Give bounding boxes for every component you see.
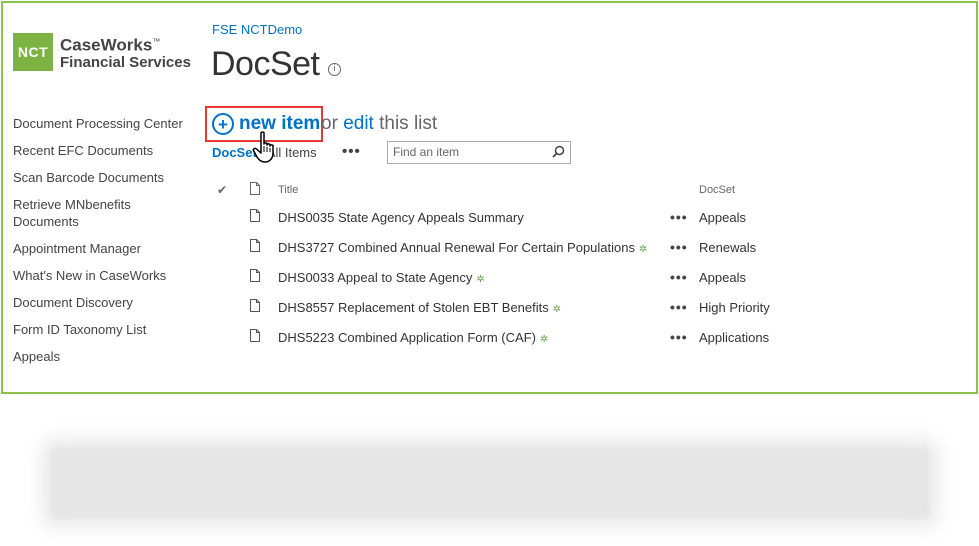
row-menu-ellipsis-icon[interactable]: ••• bbox=[670, 239, 688, 255]
document-icon bbox=[250, 209, 260, 222]
document-title-link[interactable]: DHS3727 Combined Annual Renewal For Cert… bbox=[278, 240, 647, 255]
document-title-link[interactable]: DHS8557 Replacement of Stolen EBT Benefi… bbox=[278, 300, 561, 315]
table-row[interactable]: DHS0033 Appeal to State Agency ✲ ••• Appe… bbox=[212, 262, 812, 292]
this-list-text: this list bbox=[379, 113, 438, 134]
document-list: ✔ Title DocSet DHS0035 State Agency Appe… bbox=[212, 178, 812, 352]
edit-list-command: or edit this list bbox=[321, 113, 437, 135]
document-title-link[interactable]: DHS0033 Appeal to State Agency ✲ bbox=[278, 270, 485, 285]
view-tab-docset[interactable]: DocSet bbox=[212, 145, 257, 160]
plus-circle-icon: + bbox=[212, 113, 234, 135]
or-text: or bbox=[321, 113, 338, 134]
docset-value: Applications bbox=[699, 330, 770, 345]
new-item-badge-icon: ✲ bbox=[539, 334, 549, 345]
docset-value: Renewals bbox=[699, 240, 757, 255]
search-input[interactable] bbox=[388, 142, 543, 161]
nav-item-whats-new[interactable]: What's New in CaseWorks bbox=[13, 267, 188, 284]
trademark-mark: ™ bbox=[152, 37, 161, 47]
blurred-caption bbox=[50, 447, 930, 519]
table-row[interactable]: DHS3727 Combined Annual Renewal For Cert… bbox=[212, 232, 812, 262]
search-box bbox=[387, 141, 571, 164]
site-breadcrumb-link[interactable]: FSE NCTDemo bbox=[212, 22, 302, 37]
logo-caseworks-text: CaseWorks bbox=[60, 35, 153, 55]
nct-badge: NCT bbox=[13, 33, 53, 71]
row-menu-ellipsis-icon[interactable]: ••• bbox=[670, 269, 688, 285]
nav-item-appointment-manager[interactable]: Appointment Manager bbox=[13, 240, 188, 257]
select-all-checkmark-icon[interactable]: ✔ bbox=[217, 183, 227, 197]
document-title-link[interactable]: DHS5223 Combined Application Form (CAF) ✲ bbox=[278, 330, 548, 345]
docset-value: Appeals bbox=[699, 270, 746, 285]
list-header-row: ✔ Title DocSet bbox=[212, 178, 812, 202]
column-header-title[interactable]: Title bbox=[278, 184, 298, 196]
docset-value: Appeals bbox=[699, 210, 746, 225]
document-title-link[interactable]: DHS0035 State Agency Appeals Summary bbox=[278, 210, 524, 225]
hand-pointer-cursor-icon bbox=[252, 131, 274, 163]
document-icon bbox=[250, 299, 260, 312]
docset-value: High Priority bbox=[699, 300, 770, 315]
edit-list-link[interactable]: edit bbox=[343, 113, 374, 134]
nav-item-appeals[interactable]: Appeals bbox=[13, 348, 188, 365]
nav-item-recent-efc-documents[interactable]: Recent EFC Documents bbox=[13, 142, 188, 159]
document-icon bbox=[250, 239, 260, 252]
column-header-docset[interactable]: DocSet bbox=[699, 184, 735, 196]
logo-financial-services-text: Financial Services bbox=[60, 53, 191, 71]
document-type-header-icon bbox=[250, 182, 260, 195]
table-row[interactable]: DHS8557 Replacement of Stolen EBT Benefi… bbox=[212, 292, 812, 322]
nav-item-form-id-taxonomy-list[interactable]: Form ID Taxonomy List bbox=[13, 321, 188, 338]
table-row[interactable]: DHS5223 Combined Application Form (CAF) ✲… bbox=[212, 322, 812, 352]
row-menu-ellipsis-icon[interactable]: ••• bbox=[670, 329, 688, 345]
row-menu-ellipsis-icon[interactable]: ••• bbox=[670, 209, 688, 225]
search-icon[interactable] bbox=[552, 145, 565, 158]
document-icon bbox=[250, 269, 260, 282]
table-row[interactable]: DHS0035 State Agency Appeals Summary •••… bbox=[212, 202, 812, 232]
new-item-badge-icon: ✲ bbox=[552, 304, 562, 315]
document-icon bbox=[250, 329, 260, 342]
more-views-ellipsis-icon[interactable]: ••• bbox=[342, 143, 361, 160]
nav-item-document-processing-center[interactable]: Document Processing Center bbox=[13, 115, 188, 132]
row-menu-ellipsis-icon[interactable]: ••• bbox=[670, 299, 688, 315]
new-item-badge-icon: ✲ bbox=[476, 274, 485, 285]
page-title: DocSet bbox=[211, 45, 320, 83]
nav-item-retrieve-mnbenefits-documents[interactable]: Retrieve MNbenefits Documents bbox=[13, 196, 188, 230]
quick-launch-nav: Document Processing Center Recent EFC Do… bbox=[13, 115, 188, 375]
new-item-badge-icon: ✲ bbox=[639, 244, 648, 255]
caseworks-logo[interactable]: NCT CaseWorks™ Financial Services bbox=[13, 33, 191, 71]
nav-item-document-discovery[interactable]: Document Discovery bbox=[13, 294, 188, 311]
nav-item-scan-barcode-documents[interactable]: Scan Barcode Documents bbox=[13, 169, 188, 186]
info-icon[interactable]: i bbox=[328, 63, 341, 76]
